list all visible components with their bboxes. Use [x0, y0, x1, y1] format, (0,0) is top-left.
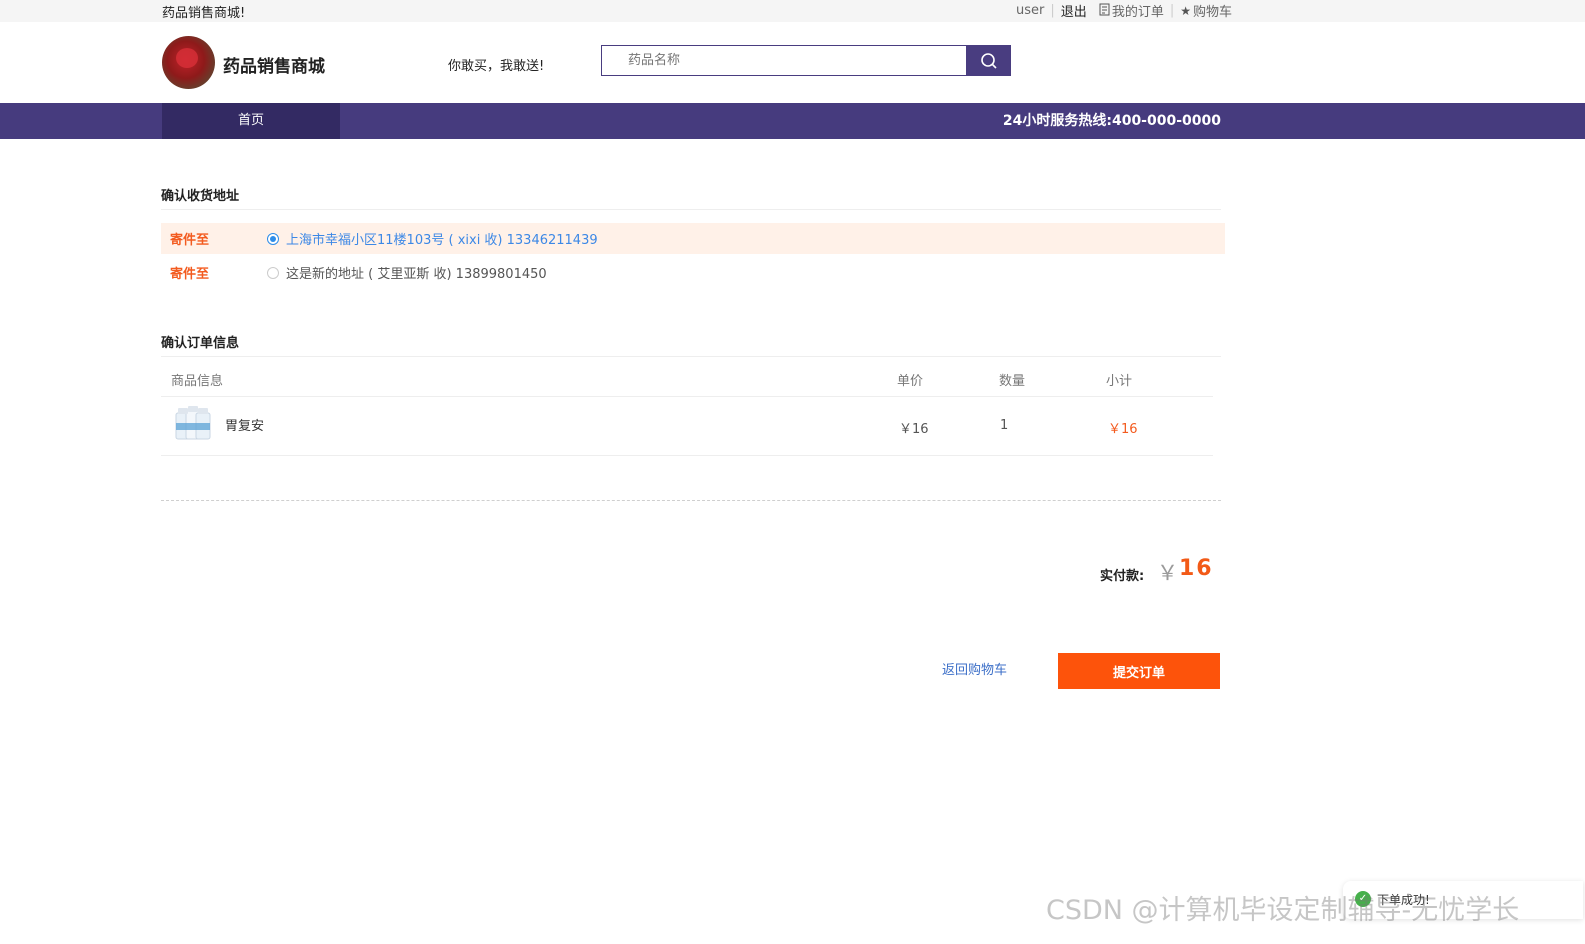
logout-link[interactable]: 退出 — [1061, 1, 1087, 20]
main-nav: 首页 24小时服务热线:400-000-0000 — [0, 103, 1585, 139]
divider — [161, 455, 1213, 456]
username[interactable]: user — [1016, 3, 1044, 18]
address-text: 这是新的地址 ( 艾里亚斯 收) 13899801450 — [286, 267, 547, 282]
nav-item-home[interactable]: 首页 — [162, 103, 340, 139]
document-icon — [1099, 3, 1110, 19]
search-button[interactable] — [966, 45, 1011, 76]
product-image[interactable] — [173, 405, 213, 445]
radio-unselected[interactable] — [267, 266, 279, 279]
search-icon — [980, 52, 997, 69]
submit-order-button[interactable]: 提交订单 — [1058, 653, 1220, 689]
welcome-text: 药品销售商城! — [162, 6, 246, 21]
divider — [161, 396, 1213, 397]
divider — [161, 356, 1221, 357]
slogan: 你敢买，我敢送! — [448, 59, 545, 74]
address-option[interactable]: 寄件至 上海市幸福小区11楼103号 ( xixi 收) 13346211439 — [161, 223, 1225, 254]
address-label: 寄件至 — [170, 233, 210, 248]
site-name[interactable]: 药品销售商城 — [223, 52, 325, 77]
divider — [161, 209, 1221, 210]
search-input[interactable] — [602, 46, 966, 75]
total-amount: 16 — [1179, 556, 1214, 581]
total-label: 实付款: — [1100, 569, 1145, 584]
top-links: user | 退出 我的订单 | ★ 购物车 — [1016, 1, 1232, 20]
subtotal: ￥16 — [1108, 422, 1138, 437]
site-header: 药品销售商城 你敢买，我敢送! — [0, 22, 1585, 103]
address-option[interactable]: 寄件至 这是新的地址 ( 艾里亚斯 收) 13899801450 — [161, 257, 1225, 288]
column-header-qty: 数量 — [999, 374, 1026, 389]
column-header-product: 商品信息 — [171, 374, 224, 389]
divider: | — [1169, 3, 1175, 18]
radio-selected[interactable] — [267, 232, 279, 245]
hotline: 24小时服务热线:400-000-0000 — [1002, 113, 1221, 129]
cart-link[interactable]: 购物车 — [1193, 1, 1232, 20]
column-header-subtotal: 小计 — [1106, 374, 1133, 389]
address-section-title: 确认收货地址 — [161, 189, 240, 204]
address-label: 寄件至 — [170, 267, 210, 282]
column-header-price: 单价 — [897, 374, 924, 389]
address-text: 上海市幸福小区11楼103号 ( xixi 收) 13346211439 — [286, 233, 598, 248]
top-bar: 药品销售商城! user | 退出 我的订单 | ★ 购物车 — [0, 0, 1585, 22]
order-section-title: 确认订单信息 — [161, 336, 240, 351]
product-name[interactable]: 胃复安 — [225, 415, 264, 434]
logo-image[interactable] — [162, 36, 215, 89]
search-box — [601, 45, 967, 76]
divider: | — [1050, 3, 1055, 18]
my-orders-link[interactable]: 我的订单 — [1112, 1, 1164, 20]
back-to-cart-link[interactable]: 返回购物车 — [942, 659, 1007, 678]
star-icon: ★ — [1180, 3, 1191, 18]
watermark: CSDN @计算机毕设定制辅导-无忧学长 — [1046, 895, 1520, 926]
quantity: 1 — [1000, 418, 1009, 433]
unit-price: ￥16 — [899, 422, 929, 437]
total-currency: ￥ — [1157, 561, 1178, 585]
dashed-divider — [161, 500, 1221, 501]
